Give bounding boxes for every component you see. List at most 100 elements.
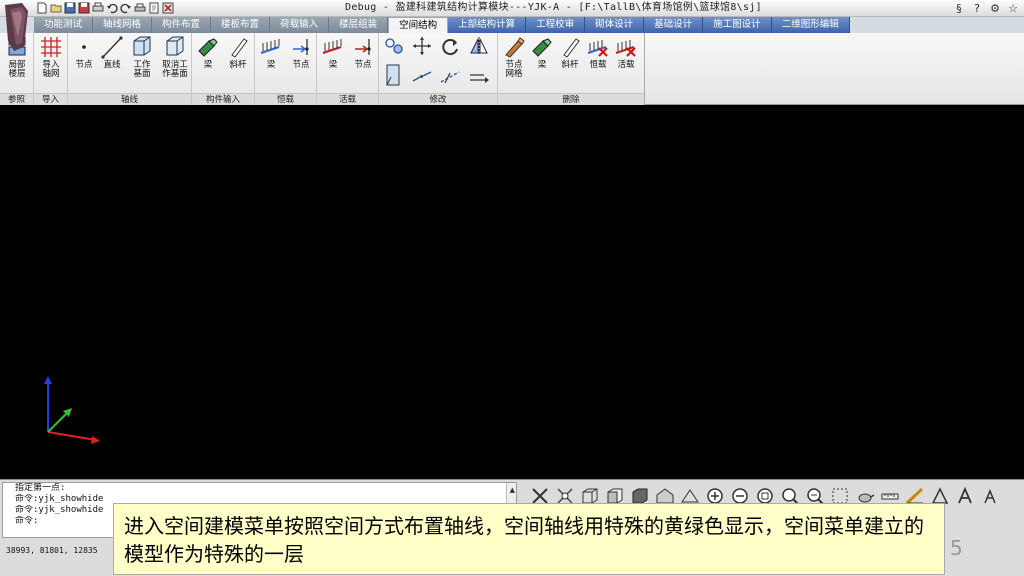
live-beam-button[interactable]: 梁 [319,35,347,70]
line-button[interactable]: 直线 [98,35,126,70]
align-tool-button[interactable] [465,69,493,85]
live-node-load-icon [355,39,371,55]
scroll-up-arrow-icon[interactable]: ▲ [510,486,515,494]
move-tool-button[interactable] [409,35,435,57]
tab-8[interactable]: 工程校审 [526,17,586,33]
brace-icon [231,38,248,58]
redo-icon[interactable] [120,2,132,14]
beam-button[interactable]: 梁 [194,35,222,70]
brace-button[interactable]: 斜杆 [224,35,252,70]
text-reduce-icon[interactable] [978,484,1002,508]
tab-4[interactable]: 荷载输入 [270,17,330,33]
eraser-brush-icon [505,37,525,58]
tab-0[interactable]: 功能测试 [34,17,94,33]
delete-beam-button[interactable]: 梁 [528,35,556,70]
tab-1[interactable]: 轴线网格 [93,17,153,33]
dead-beam-button[interactable]: 梁 [257,35,285,70]
undo-icon[interactable] [106,2,118,14]
group-import: 导入 轴网 导入 [34,33,68,105]
mirror-icon [470,37,488,55]
tab-3[interactable]: 楼板布置 [211,17,271,33]
subtitle-caption: 进入空间建模菜单按照空间方式布置轴线，空间轴线用特殊的黄绿色显示，空间菜单建立的… [113,503,945,575]
app-logo-icon[interactable] [2,1,32,53]
import-grid-button[interactable]: 导入 轴网 [36,35,66,79]
print-icon[interactable] [92,2,104,14]
rotate-icon [442,39,458,56]
ribbon-toolbar: 局部 楼层 参照 导入 轴网 导入 节点 直线 工作 基面 取消工 作基面 轴线… [0,33,1024,105]
delete-dead-load-icon [587,40,608,57]
distributed-load-icon [260,39,280,55]
window-title: Debug - 盈建科建筑结构计算模块---YJK-A - [F:\TallB\… [345,2,762,13]
break-line-icon [412,71,432,82]
new-file-icon[interactable] [36,2,48,14]
subtitle-text: 进入空间建模菜单按照空间方式布置轴线，空间轴线用特殊的黄绿色显示，空间菜单建立的… [124,514,924,566]
preview-icon[interactable] [148,2,160,14]
window-controls: § ? ⚙ ☆ [952,1,1020,15]
mirror-tool-button[interactable] [465,35,493,57]
help-icon[interactable]: ? [970,1,984,15]
title-bar: Debug - 盈建科建筑结构计算模块---YJK-A - [F:\TallB\… [0,0,1024,17]
live-node-button[interactable]: 节点 [349,35,377,70]
offset-line-icon [440,71,460,84]
copy-circles-icon [385,38,403,54]
tab-7[interactable]: 上部结构计算 [448,17,527,33]
settings-gear-icon[interactable]: ⚙ [988,1,1002,15]
line-icon [101,36,123,59]
tab-10[interactable]: 基础设计 [644,17,704,33]
text-enlarge-icon[interactable] [953,484,977,508]
node-load-icon [293,39,309,55]
dead-node-button[interactable]: 节点 [287,35,315,70]
delete-brace-icon [563,38,580,58]
workplane-button[interactable]: 工作 基面 [126,35,158,79]
delete-live-load-icon [615,40,636,57]
open-folder-icon[interactable] [50,2,62,14]
cancel-workplane-cube-icon [166,36,184,56]
tab-11[interactable]: 施工图设计 [703,17,772,33]
break-tool-button[interactable] [409,69,435,85]
save-icon[interactable] [64,2,76,14]
group-modify: 修改 [379,33,498,105]
group-dead-load: 梁 节点 恒载 [255,33,317,105]
cursor-coordinates: 38993, 81801, 12835 [6,546,98,555]
workplane-cube-icon [133,36,151,56]
exit-icon[interactable] [162,2,174,14]
delete-dead-load-button[interactable]: 恒载 [584,35,612,70]
live-distributed-load-icon [322,39,342,55]
node-dot-icon [82,45,86,49]
delete-live-load-button[interactable]: 活载 [612,35,640,70]
grid-icon [41,37,61,57]
pin-star-icon[interactable]: ☆ [1006,1,1020,15]
rotate-tool-button[interactable] [437,35,463,57]
tab-9[interactable]: 砌体设计 [585,17,645,33]
page-number: 5 [950,536,963,560]
copy-tool-button[interactable] [381,35,407,57]
move-cross-icon [413,37,431,55]
tab-6[interactable]: 空间结构 [388,17,449,33]
delete-brace-button[interactable]: 斜杆 [556,35,584,70]
align-arrow-icon [470,74,489,83]
group-live-load: 梁 节点 活载 [317,33,379,105]
tab-12[interactable]: 二维图形编辑 [771,17,850,33]
node-button[interactable]: 节点 [70,35,98,70]
offset-tool-button[interactable] [437,69,463,85]
delete-beam-icon [532,38,552,57]
help-search-icon[interactable]: § [952,1,966,15]
extend-panel-icon [386,64,400,86]
printer-icon[interactable] [134,2,146,14]
menu-tab-bar: 功能测试 轴线网格 构件布置 楼板布置 荷载输入 楼层组装 空间结构 上部结构计算 工程校审 砌体… [0,17,1024,33]
save-as-icon[interactable] [78,2,90,14]
delete-node-grid-button[interactable]: 节点 网格 [500,35,528,79]
group-delete: 节点 网格 梁 斜杆 恒载 活载 删除 [498,33,645,105]
group-axis: 节点 直线 工作 基面 取消工 作基面 轴线 [68,33,192,105]
cancel-workplane-button[interactable]: 取消工 作基面 [158,35,192,79]
quick-access-toolbar [36,2,174,15]
beam-icon [198,38,218,57]
drawing-canvas[interactable] [0,106,1024,479]
group-member-input: 梁 斜杆 构件输入 [192,33,255,105]
tab-2[interactable]: 构件布置 [152,17,212,33]
app-window: Debug - 盈建科建筑结构计算模块---YJK-A - [F:\TallB\… [0,0,1024,576]
extend-tool-button[interactable] [381,63,407,91]
coordinate-axes-icon [44,376,100,444]
command-line: 指定第一点: [15,483,66,493]
tab-5[interactable]: 楼层组装 [329,17,389,33]
